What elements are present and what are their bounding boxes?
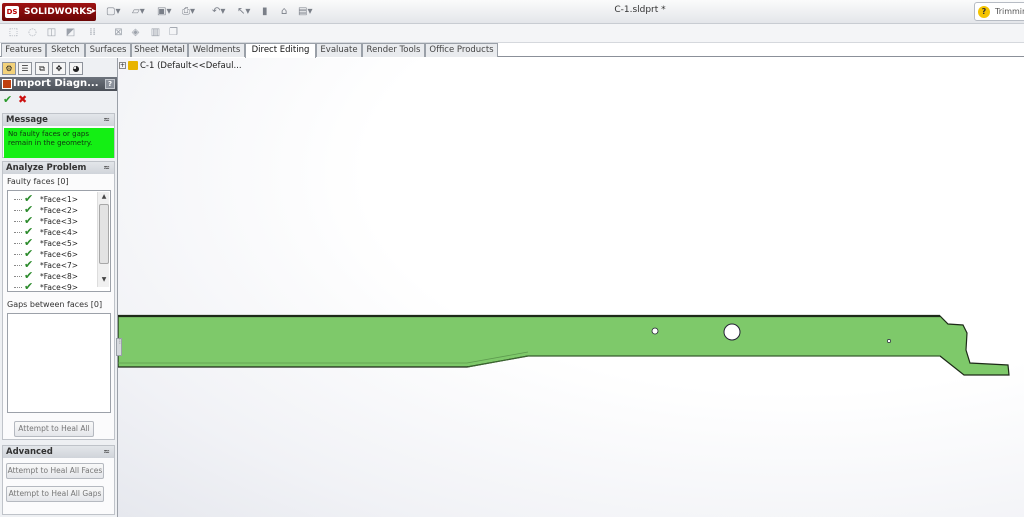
- cancel-button[interactable]: ✖: [18, 93, 27, 106]
- part-model[interactable]: [118, 58, 1024, 517]
- tab-render-tools[interactable]: Render Tools: [362, 43, 425, 57]
- search-text: Trimmin: [995, 7, 1024, 16]
- large-hole: [723, 323, 741, 341]
- advanced-group-title: Advanced: [6, 447, 53, 457]
- pattern-icon[interactable]: ⁞⁞: [87, 27, 98, 38]
- property-manager-title: Import Diagn...: [13, 78, 99, 89]
- tab-weldments[interactable]: Weldments: [188, 43, 245, 57]
- scroll-up-icon[interactable]: ▲: [98, 192, 110, 202]
- gaps-label: Gaps between faces [0]: [7, 300, 103, 309]
- message-group-title: Message: [6, 115, 48, 125]
- feature-manager-icon[interactable]: ⚙: [2, 62, 16, 75]
- display-manager-icon[interactable]: ◕: [69, 62, 83, 75]
- manager-tabs: ⚙ ☰ ⧉ ✥ ◕: [0, 60, 118, 76]
- loft-icon[interactable]: ◩: [65, 27, 76, 38]
- scroll-thumb[interactable]: [99, 204, 109, 264]
- advanced-group: Advanced ≈ Attempt to Heal All Faces Att…: [2, 445, 115, 515]
- graphics-area[interactable]: +C-1 (Default<<Defaul... ⊕ ⊞ ↶ ▦ ▣▾ ◧▾ ✧…: [118, 58, 1024, 517]
- help-button[interactable]: ?: [105, 79, 115, 89]
- document-title: C-1.sldprt *: [614, 5, 666, 15]
- analyze-group-header[interactable]: Analyze Problem ≈: [3, 162, 114, 174]
- revolve-icon[interactable]: ◌: [27, 27, 38, 38]
- collapse-icon[interactable]: ≈: [103, 114, 110, 126]
- attempt-to-heal-all-gaps-button[interactable]: Attempt to Heal All Gaps: [6, 486, 104, 502]
- help-search-icon: ?: [978, 6, 990, 18]
- sweep-icon[interactable]: ◫: [46, 27, 57, 38]
- tab-direct-editing[interactable]: Direct Editing: [245, 43, 316, 58]
- property-manager-header: Import Diagn... ?: [0, 77, 117, 91]
- import-diagnostics-icon: [2, 79, 12, 89]
- tab-sketch[interactable]: Sketch: [46, 43, 85, 57]
- ok-button[interactable]: ✔: [3, 93, 12, 106]
- configuration-manager-icon[interactable]: ⧉: [35, 62, 49, 75]
- replace-face-icon[interactable]: ◈: [130, 27, 141, 38]
- copy-icon[interactable]: ❐: [168, 27, 179, 38]
- message-group-header[interactable]: Message ≈: [3, 114, 114, 126]
- advanced-group-header[interactable]: Advanced ≈: [3, 446, 114, 458]
- move-face-icon[interactable]: ▥: [150, 27, 161, 38]
- part-body: [118, 315, 1010, 376]
- delete-face-icon[interactable]: ⊠: [113, 27, 124, 38]
- attempt-to-heal-all-faces-button[interactable]: Attempt to Heal All Faces: [6, 463, 104, 479]
- collapse-icon[interactable]: ≈: [103, 162, 110, 174]
- collapse-icon[interactable]: ≈: [103, 446, 110, 458]
- attempt-to-heal-all-button[interactable]: Attempt to Heal All: [14, 421, 94, 437]
- step-edge: [467, 355, 940, 368]
- search-box[interactable]: ? Trimmin: [974, 2, 1024, 21]
- gaps-list[interactable]: [7, 313, 111, 413]
- title-bar: DS SOLIDWORKS ▸ ▢▾ ▱▾ ▣▾ ⎙▾ ↶▾ ↖▾ ▮ ⌂ ▤▾…: [0, 0, 1024, 24]
- analyze-problem-group: Analyze Problem ≈ Faulty faces [0] ✔ *Fac…: [2, 161, 115, 440]
- scroll-down-icon[interactable]: ▼: [98, 275, 110, 285]
- tab-sheet-metal[interactable]: Sheet Metal: [131, 43, 188, 57]
- check-icon: ✔: [24, 280, 34, 292]
- command-toolbar: ⬚ ◌ ◫ ◩ ⁞⁞ ⊠ ◈ ▥ ❐: [0, 24, 1024, 43]
- tiny-hole: [887, 339, 891, 343]
- tab-office-products[interactable]: Office Products: [425, 43, 498, 57]
- tab-evaluate[interactable]: Evaluate: [316, 43, 362, 57]
- panel-resize-handle[interactable]: ⋮: [116, 338, 123, 356]
- faulty-faces-list[interactable]: ✔ *Face<1> ✔ *Face<2> ✔ *Face<3> ✔ *Face<4> …: [7, 190, 111, 292]
- property-manager-icon[interactable]: ☰: [18, 62, 32, 75]
- faulty-faces-label: Faulty faces [0]: [7, 177, 69, 186]
- tab-features[interactable]: Features: [1, 43, 46, 57]
- command-manager-tabs: Features Sketch Surfaces Sheet Metal Wel…: [0, 43, 1024, 58]
- tab-surfaces[interactable]: Surfaces: [85, 43, 131, 57]
- analyze-group-title: Analyze Problem: [6, 163, 87, 173]
- property-manager-panel: ⚙ ☰ ⧉ ✥ ◕ Import Diagn... ? ✔ ✖ Message …: [0, 58, 118, 517]
- dimxpert-manager-icon[interactable]: ✥: [52, 62, 66, 75]
- extrude-icon[interactable]: ⬚: [8, 27, 19, 38]
- message-text: No faulty faces or gaps remain in the ge…: [4, 128, 114, 158]
- small-hole: [651, 327, 659, 335]
- list-item[interactable]: ✔ *Face<9>: [14, 280, 78, 292]
- message-group: Message ≈ No faulty faces or gaps remain…: [2, 113, 115, 158]
- faces-scrollbar[interactable]: ▲ ▼: [97, 192, 109, 287]
